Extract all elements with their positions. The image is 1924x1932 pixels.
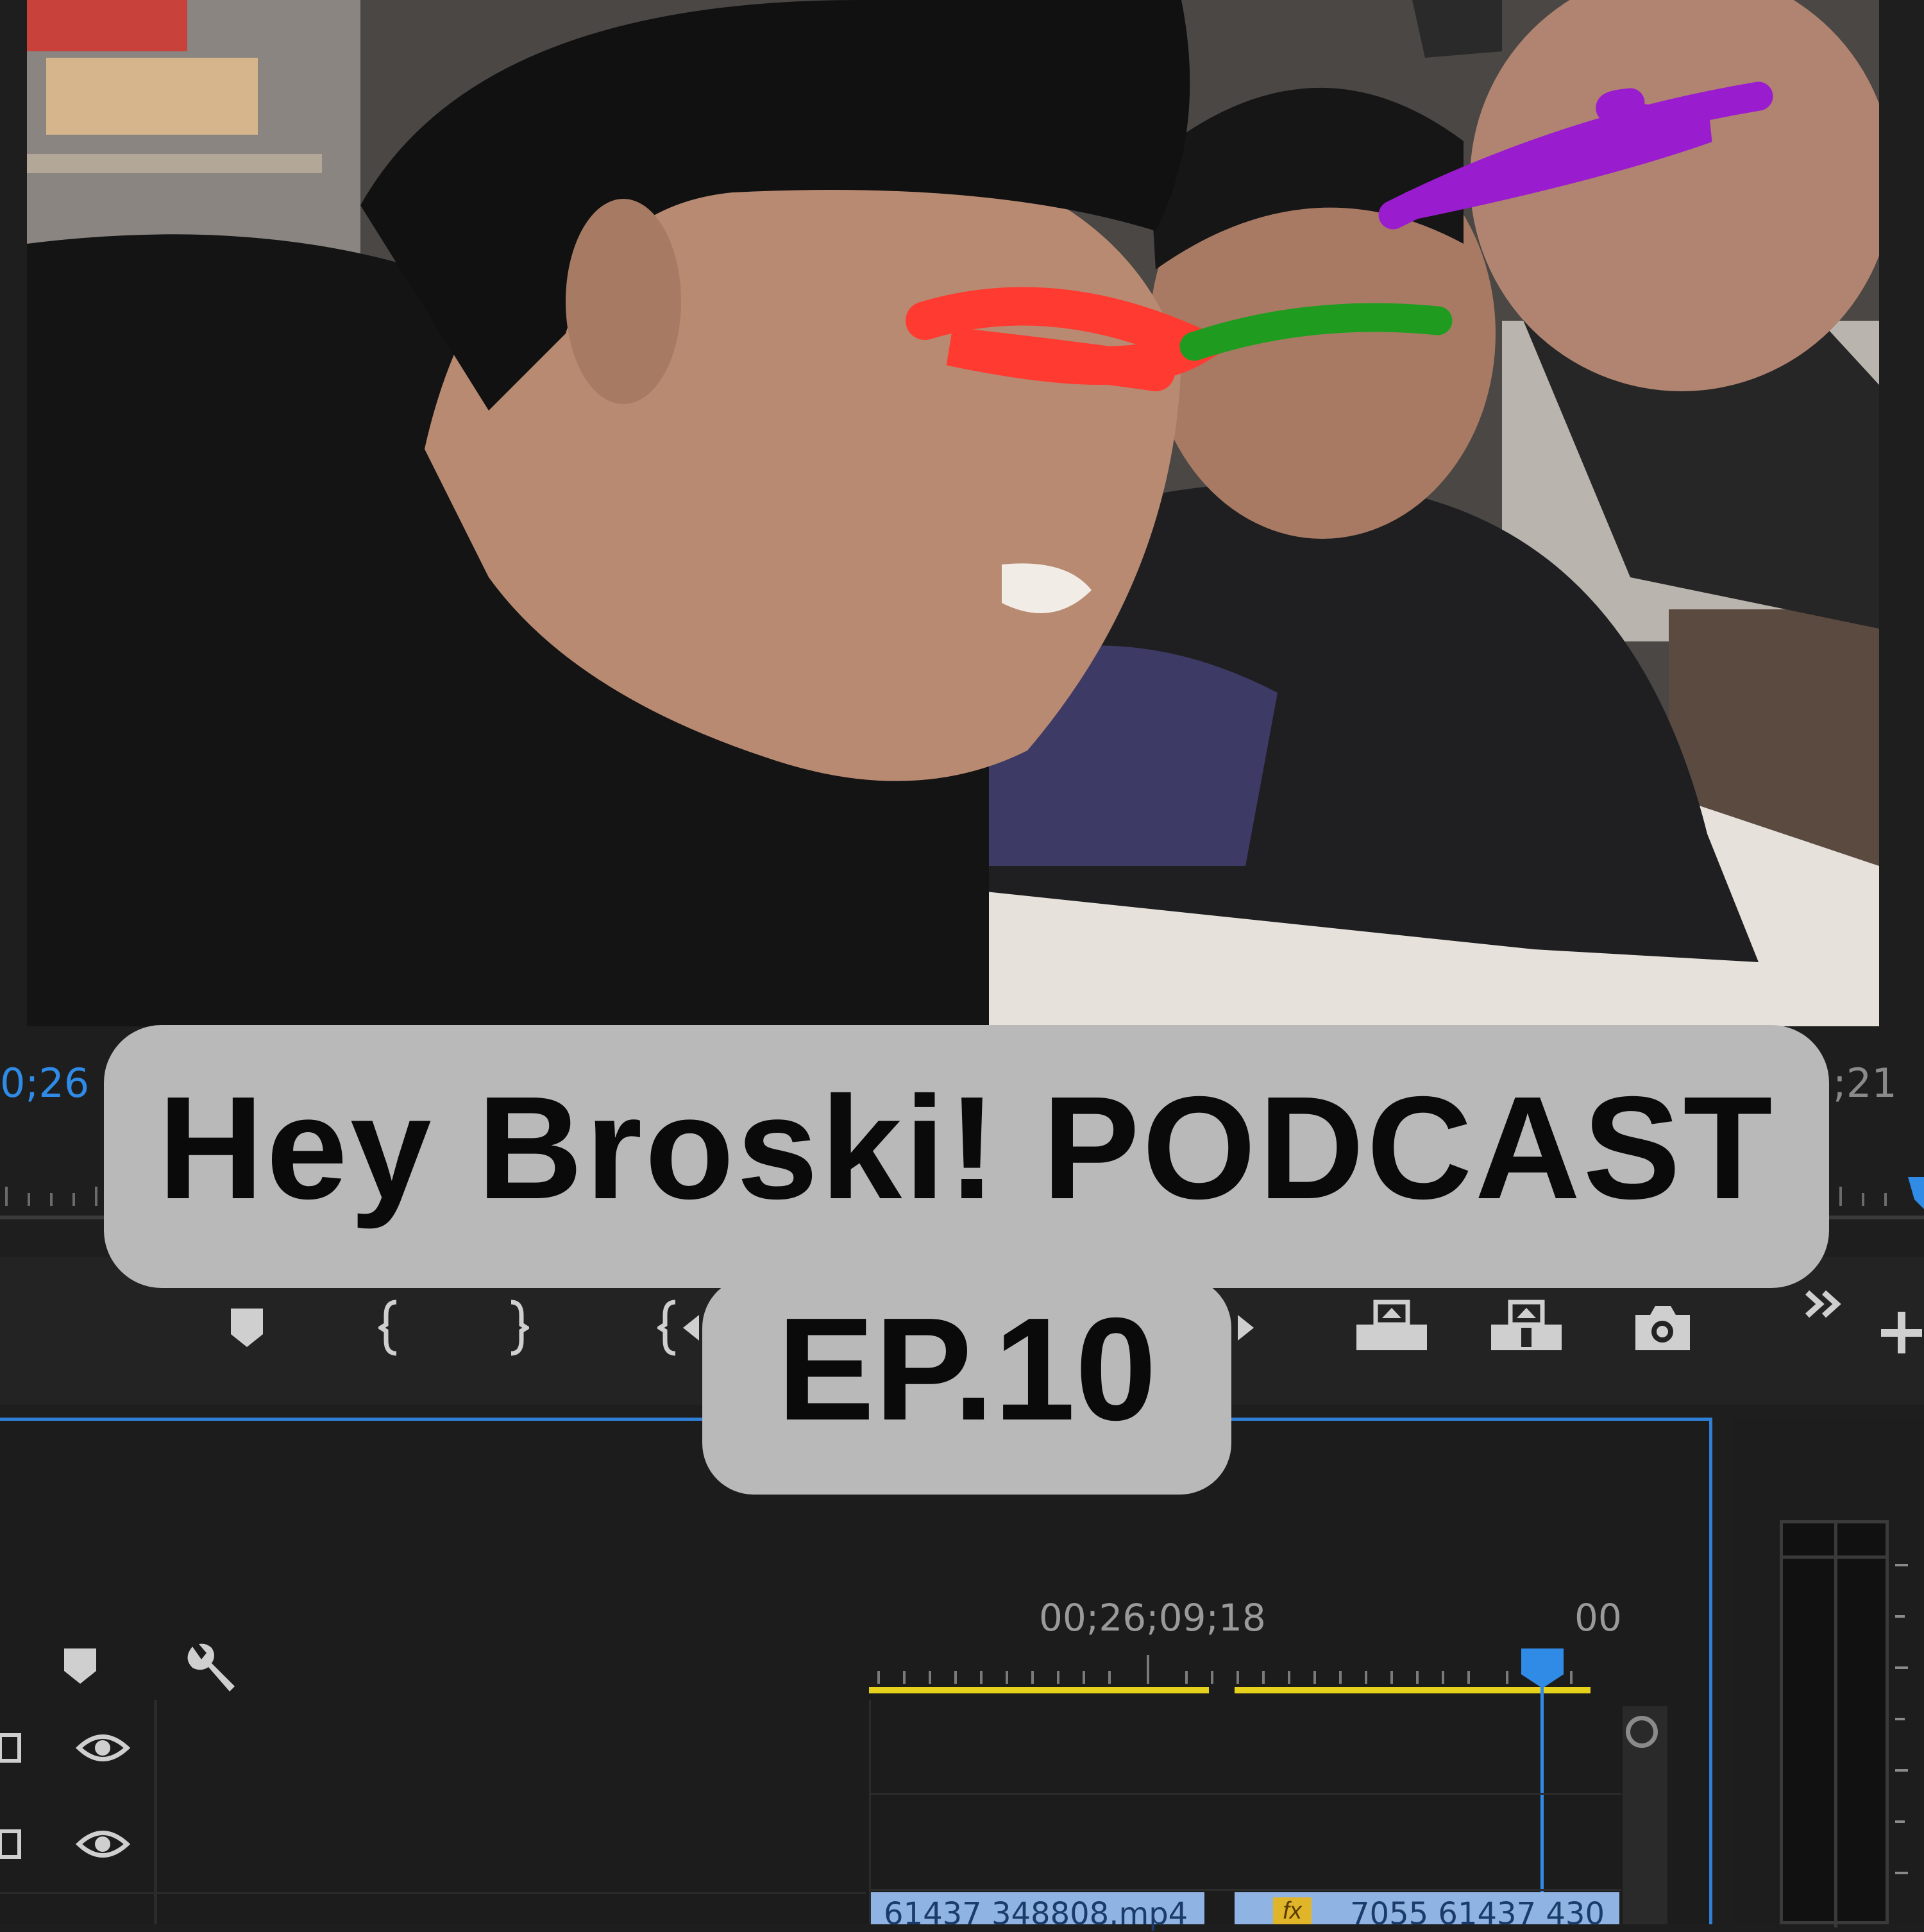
work-area-bar-1[interactable]	[869, 1687, 1209, 1693]
add-marker-icon[interactable]	[61, 1645, 99, 1687]
mark-in-icon[interactable]	[378, 1299, 404, 1357]
track-row-divider-2	[871, 1889, 1621, 1891]
playhead-line	[1540, 1684, 1544, 1924]
go-to-in-icon[interactable]	[657, 1299, 702, 1357]
eye-icon[interactable]	[76, 1729, 130, 1767]
clip-2-name: 7055 61437 430	[1350, 1896, 1605, 1932]
audio-meter	[1780, 1520, 1889, 1928]
track-header-divider	[154, 1700, 157, 1924]
go-to-out-icon[interactable]	[1235, 1299, 1260, 1357]
duration-timecode: ;21	[1833, 1060, 1897, 1106]
export-frame-icon[interactable]	[1632, 1302, 1693, 1353]
mark-out-icon[interactable]	[503, 1299, 529, 1357]
scroll-handle[interactable]	[1626, 1716, 1658, 1748]
meter-scale	[1895, 1564, 1908, 1874]
track-row-divider-1	[871, 1793, 1621, 1795]
episode-number: EP.10	[777, 1288, 1157, 1451]
timeline-clip-2[interactable]: fx 7055 61437 430	[1235, 1892, 1619, 1932]
marker-icon[interactable]	[228, 1305, 266, 1350]
playhead-timecode: 00;26;09;18	[1039, 1596, 1266, 1640]
lift-icon[interactable]	[1353, 1299, 1430, 1357]
video-frame	[27, 0, 1879, 1026]
work-area-bar-2[interactable]	[1235, 1687, 1591, 1693]
sync-lock-icon[interactable]	[0, 1725, 26, 1770]
more-icon[interactable]	[1802, 1286, 1847, 1325]
extract-icon[interactable]	[1488, 1299, 1565, 1357]
program-monitor-video	[27, 0, 1879, 1026]
timeline-clip-1[interactable]: 61437 348808.mp4	[871, 1892, 1204, 1932]
sync-lock-icon[interactable]	[0, 1822, 26, 1867]
end-timecode: 00	[1574, 1596, 1622, 1640]
add-icon[interactable]	[1879, 1309, 1924, 1357]
wrench-icon[interactable]	[180, 1639, 237, 1697]
clip-1-name: 61437 348808.mp4	[884, 1896, 1188, 1932]
fx-badge[interactable]: fx	[1273, 1897, 1312, 1924]
timeline-time-ruler[interactable]	[866, 1648, 1623, 1700]
current-timecode[interactable]: 0;26	[0, 1060, 89, 1106]
podcast-title: Hey Broski! PODCAST	[158, 1067, 1775, 1230]
eye-icon[interactable]	[76, 1825, 130, 1863]
